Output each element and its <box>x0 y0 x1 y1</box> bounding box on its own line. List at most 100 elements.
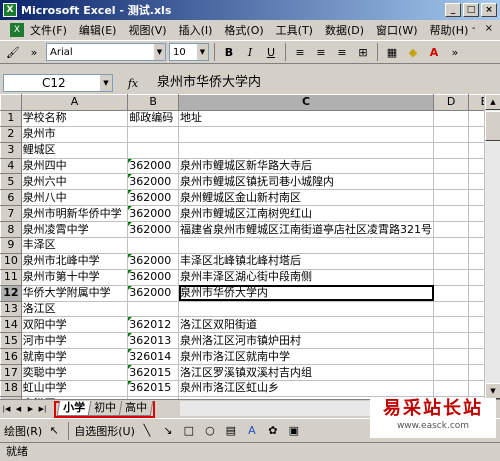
cell-address[interactable]: 泉州市洛江区虹山乡 <box>178 380 435 397</box>
row-header[interactable]: 8 <box>0 221 22 239</box>
row-header[interactable]: 11 <box>0 268 22 286</box>
cell-address[interactable]: 洛江区双阳街道 <box>178 316 435 334</box>
cell-empty[interactable] <box>433 221 470 239</box>
cell-address[interactable] <box>178 125 435 143</box>
cell-postal-code[interactable] <box>127 125 180 143</box>
scroll-up-icon[interactable]: ▲ <box>485 94 500 110</box>
sheet-tab-primary[interactable]: 小学 <box>56 400 92 416</box>
cell-empty[interactable] <box>433 252 470 270</box>
cell-school-name[interactable]: 泉州市第十中学 <box>20 268 129 286</box>
row-header[interactable]: 6 <box>0 189 22 207</box>
cell-school-name[interactable]: 泉州凌霄中学 <box>20 221 129 239</box>
cell-empty[interactable] <box>433 173 470 191</box>
textbox-icon[interactable]: ▤ <box>222 422 240 440</box>
font-select[interactable]: Arial ▼ <box>46 43 166 61</box>
menu-file[interactable]: 文件(F) <box>30 22 67 38</box>
row-header[interactable]: 16 <box>0 348 22 366</box>
cell-school-name[interactable]: 泉州八中 <box>20 189 129 207</box>
workbook-icon[interactable]: X <box>10 23 24 37</box>
cell-empty[interactable] <box>433 205 470 223</box>
cell-empty[interactable] <box>433 364 470 382</box>
sheet-tab-middle[interactable]: 初中 <box>87 400 123 416</box>
cell-address[interactable]: 泉州洛江区河市镇炉田村 <box>178 332 435 350</box>
menu-data[interactable]: 数据(D) <box>325 22 364 38</box>
row-header[interactable]: 17 <box>0 364 22 382</box>
column-header-d[interactable]: D <box>433 94 470 111</box>
scroll-down-icon[interactable]: ▼ <box>485 383 500 399</box>
fill-color-icon[interactable]: ◆ <box>404 43 422 61</box>
bold-button[interactable]: B <box>220 43 238 61</box>
arrow-icon[interactable]: ↘ <box>159 422 177 440</box>
cell-school-name[interactable]: 泉州六中 <box>20 173 129 191</box>
name-box[interactable]: C12 ▼ <box>3 74 113 92</box>
cell-empty[interactable] <box>433 268 470 286</box>
row-header[interactable]: 5 <box>0 173 22 191</box>
select-objects-icon[interactable]: ↖ <box>45 422 63 440</box>
row-header[interactable]: 15 <box>0 332 22 350</box>
cell-address[interactable]: 泉州市华侨大学内 <box>178 284 435 302</box>
cell-postal-code[interactable]: 362015 <box>127 364 180 382</box>
cell-school-name[interactable]: 华侨大学附属中学 <box>20 284 129 302</box>
formula-input[interactable]: 泉州市华侨大学内 <box>153 74 500 92</box>
cell-address[interactable]: 福建省泉州市鲤城区江南街道亭店社区凌霄路321号 <box>178 221 435 239</box>
menu-format[interactable]: 格式(O) <box>224 22 263 38</box>
vertical-scrollbar[interactable]: ▲ ▼ <box>484 94 500 399</box>
cell-postal-code[interactable]: 362000 <box>127 221 180 239</box>
cell-postal-code[interactable]: 362012 <box>127 316 180 334</box>
row-header[interactable]: 9 <box>0 237 22 254</box>
italic-button[interactable]: I <box>241 43 259 61</box>
scroll-thumb[interactable] <box>485 111 500 141</box>
menu-edit[interactable]: 编辑(E) <box>79 22 117 38</box>
cell-postal-code[interactable]: 362000 <box>127 205 180 223</box>
cell-postal-code[interactable]: 362000 <box>127 189 180 207</box>
format-painter-icon[interactable]: 🖌 <box>4 43 22 61</box>
cell-postal-code[interactable]: 362000 <box>127 284 180 302</box>
cell-address[interactable]: 泉州市鲤城区新华路大寺后 <box>178 157 435 175</box>
cell-empty[interactable] <box>433 284 470 302</box>
row-header[interactable]: 18 <box>0 380 22 397</box>
cell-school-name[interactable]: 双阳中学 <box>20 316 129 334</box>
menu-window[interactable]: 窗口(W) <box>376 22 417 38</box>
row-header[interactable]: 12 <box>0 284 22 302</box>
cell-school-name[interactable]: 泉州四中 <box>20 157 129 175</box>
row-header[interactable]: 14 <box>0 316 22 334</box>
row-header[interactable]: 7 <box>0 205 22 223</box>
column-header-b[interactable]: B <box>127 94 180 111</box>
font-color-icon[interactable]: A <box>425 43 443 61</box>
cell-postal-code[interactable]: 362000 <box>127 252 180 270</box>
column-header-a[interactable]: A <box>20 94 129 111</box>
cell-postal-code[interactable]: 362000 <box>127 157 180 175</box>
cell-address[interactable]: 泉州鲤城区金山新村南区 <box>178 189 435 207</box>
wordart-icon[interactable]: A <box>243 422 261 440</box>
cell-school-name[interactable]: 鲤城区 <box>20 141 129 159</box>
cell-empty[interactable] <box>433 189 470 207</box>
cell-empty[interactable] <box>433 332 470 350</box>
toolbar-options-icon[interactable]: » <box>25 43 43 61</box>
cell-postal-code[interactable]: 邮政编码 <box>127 109 180 127</box>
menu-help[interactable]: 帮助(H) <box>430 22 469 38</box>
minimize-button[interactable]: _ <box>445 3 461 17</box>
cell-school-name[interactable]: 丰泽区 <box>20 237 129 254</box>
cell-address[interactable]: 泉州市鲤城区江南树兜红山 <box>178 205 435 223</box>
row-header[interactable]: 2 <box>0 125 22 143</box>
toolbar-options-icon[interactable]: » <box>446 43 464 61</box>
font-size-select[interactable]: 10 ▼ <box>169 43 209 61</box>
cell-empty[interactable] <box>433 157 470 175</box>
cell-postal-code[interactable]: 362000 <box>127 173 180 191</box>
document-window-controls[interactable]: - × <box>472 23 496 34</box>
align-right-icon[interactable]: ≡ <box>333 43 351 61</box>
cell-address[interactable]: 泉州市洛江区就南中学 <box>178 348 435 366</box>
cell-school-name[interactable]: 虹山中学 <box>20 380 129 397</box>
cell-empty[interactable] <box>433 109 470 127</box>
sheet-tab-high[interactable]: 高中 <box>118 400 154 416</box>
cell-school-name[interactable]: 河市中学 <box>20 332 129 350</box>
picture-icon[interactable]: ▣ <box>285 422 303 440</box>
draw-menu[interactable]: 绘图(R) <box>4 423 42 439</box>
cell-empty[interactable] <box>433 237 470 254</box>
last-sheet-icon[interactable]: ▶| <box>37 402 48 416</box>
cell-address[interactable]: 洛江区罗溪镇双溪村吉内组 <box>178 364 435 382</box>
cell-postal-code[interactable] <box>127 237 180 254</box>
autoshapes-menu[interactable]: 自选图形(U) <box>74 423 135 439</box>
oval-icon[interactable]: ○ <box>201 422 219 440</box>
next-sheet-icon[interactable]: ▶ <box>25 402 36 416</box>
